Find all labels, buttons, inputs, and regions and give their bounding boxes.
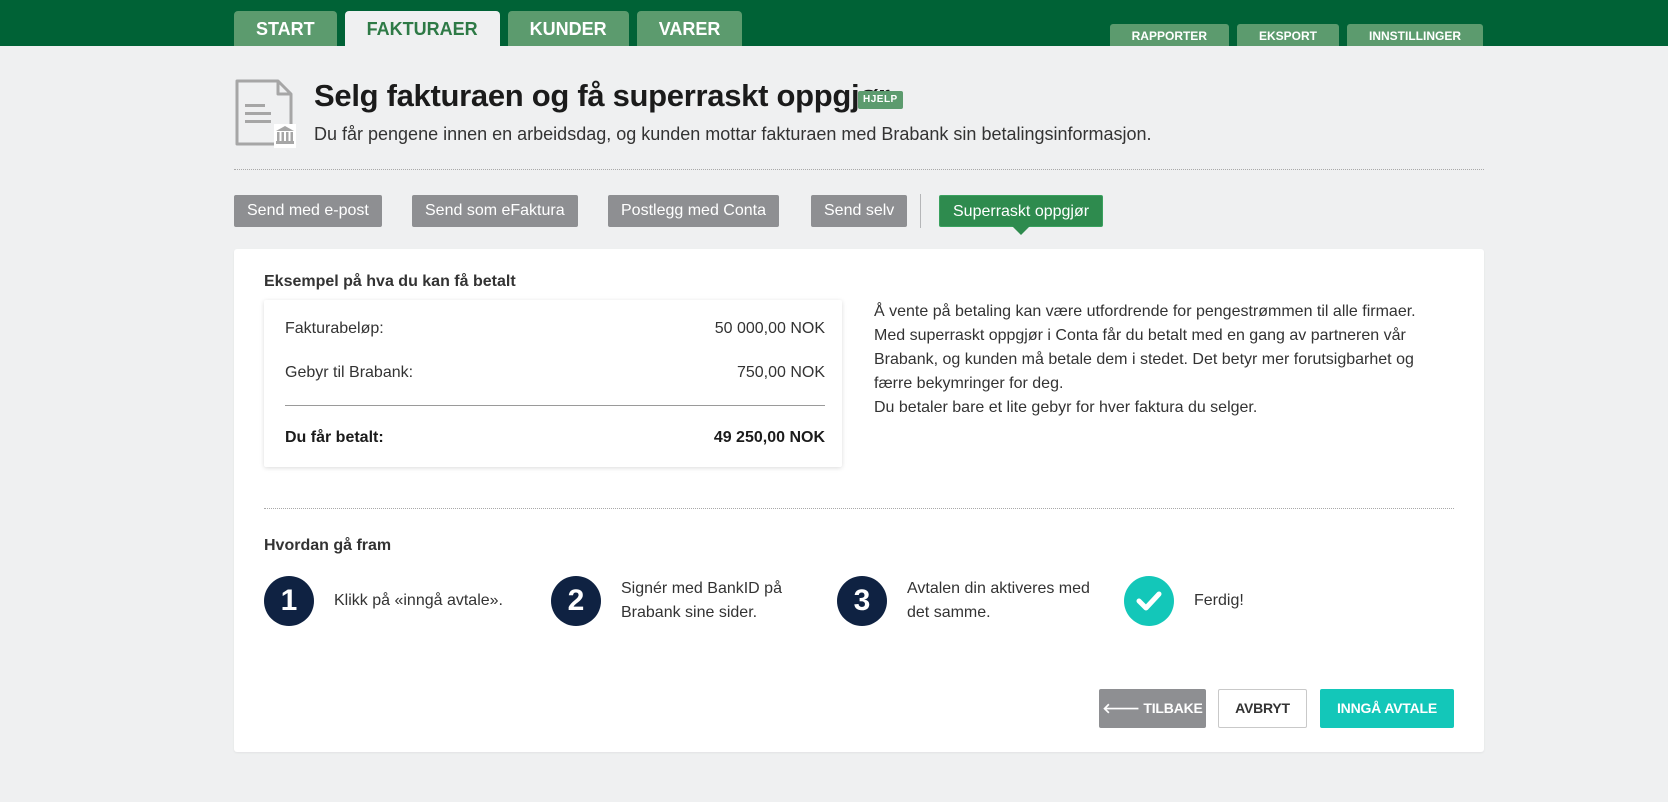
invoice-bank-icon — [235, 79, 296, 148]
total-label: Du får betalt: — [285, 429, 384, 446]
tab-innstillinger[interactable]: INNSTILLINGER — [1347, 24, 1483, 46]
postlegg-conta-button[interactable]: Postlegg med Conta — [608, 195, 779, 227]
page-title: Selg fakturaen og få superraskt oppgjør — [314, 78, 890, 113]
info-line-1: Å vente på betaling kan være utfordrende… — [874, 303, 1416, 320]
tab-kunder[interactable]: KUNDER — [507, 11, 629, 46]
tab-varer[interactable]: VARER — [636, 11, 743, 46]
back-button-label: TILBAKE — [1143, 700, 1203, 716]
step-number-3: 3 — [837, 576, 887, 626]
settlement-card: Eksempel på hva du kan få betalt Faktura… — [234, 249, 1484, 752]
fee-value: 750,00 NOK — [736, 364, 825, 381]
tab-fakturaer[interactable]: FAKTURAER — [344, 11, 500, 46]
help-badge[interactable]: HJELP — [858, 91, 903, 109]
calc-divider — [285, 405, 825, 406]
main-tabs: START FAKTURAER KUNDER VARER — [234, 11, 750, 46]
cancel-button[interactable]: AVBRYT — [1218, 689, 1307, 728]
step-text-3: Avtalen din aktiveres med det samme. — [907, 580, 1090, 621]
arrow-left-icon: 🡐 — [1102, 700, 1140, 716]
fee-row: Gebyr til Brabank: 750,00 NOK — [285, 364, 825, 382]
top-navigation-bar: START FAKTURAER KUNDER VARER RAPPORTER E… — [0, 0, 1668, 46]
step-text-done: Ferdig! — [1194, 592, 1244, 609]
invoice-amount-label: Fakturabeløp: — [285, 320, 384, 337]
step-number-2: 2 — [551, 576, 601, 626]
invoice-amount-value: 50 000,00 NOK — [714, 320, 825, 337]
info-line-2: Med superraskt oppgjør i Conta får du be… — [874, 327, 1414, 392]
superraskt-oppgjor-button[interactable]: Superraskt oppgjør — [939, 195, 1104, 235]
total-value: 49 250,00 NOK — [713, 429, 825, 446]
steps-title: Hvordan gå fram — [264, 537, 392, 554]
step-text-1: Klikk på «inngå avtale». — [334, 592, 503, 609]
section-divider — [264, 508, 1454, 509]
accept-agreement-button[interactable]: INNGÅ AVTALE — [1320, 689, 1454, 728]
back-button[interactable]: 🡐 TILBAKE — [1099, 689, 1206, 728]
tab-start[interactable]: START — [234, 11, 337, 46]
fee-label: Gebyr til Brabank: — [285, 364, 414, 381]
info-line-3: Du betaler bare et lite gebyr for hver f… — [874, 399, 1258, 416]
step-number-1: 1 — [264, 576, 314, 626]
tab-eksport[interactable]: EKSPORT — [1236, 24, 1339, 46]
example-title: Eksempel på hva du kan få betalt — [264, 273, 516, 290]
payout-calculation: Fakturabeløp: 50 000,00 NOK Gebyr til Br… — [264, 300, 842, 467]
total-row: Du får betalt: 49 250,00 NOK — [285, 429, 825, 447]
tab-rapporter[interactable]: RAPPORTER — [1109, 24, 1229, 46]
method-separator — [920, 194, 921, 228]
send-email-button[interactable]: Send med e-post — [234, 195, 382, 227]
page-subtitle: Du får pengene innen en arbeidsdag, og k… — [314, 124, 1152, 144]
info-text: Å vente på betaling kan være utfordrende… — [874, 300, 1434, 420]
send-selv-button[interactable]: Send selv — [811, 195, 908, 227]
invoice-amount-row: Fakturabeløp: 50 000,00 NOK — [285, 320, 825, 338]
send-efaktura-button[interactable]: Send som eFaktura — [412, 195, 578, 227]
header-divider — [234, 169, 1484, 170]
checkmark-icon — [1124, 576, 1174, 626]
secondary-tabs: RAPPORTER EKSPORT INNSTILLINGER — [1102, 24, 1483, 46]
step-text-2: Signér med BankID på Brabank sine sider. — [621, 580, 782, 621]
